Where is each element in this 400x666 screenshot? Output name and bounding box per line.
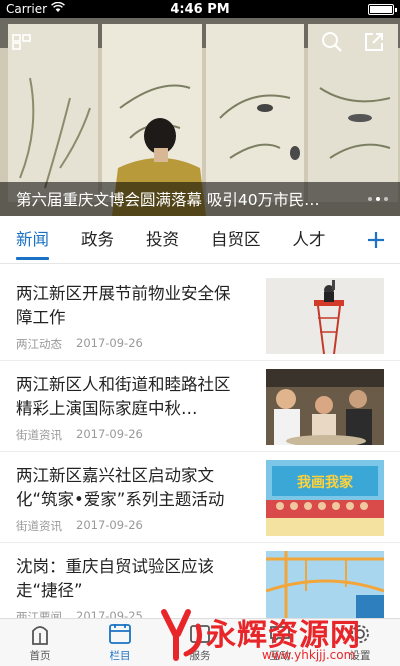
carousel-dots [368, 197, 388, 201]
news-meta: 两江动态 2017-09-26 [16, 336, 143, 352]
news-thumbnail[interactable] [266, 278, 384, 354]
nav-interaction[interactable]: 互动 [240, 619, 320, 666]
news-date: 2017-09-26 [76, 427, 143, 441]
share-icon[interactable] [362, 30, 386, 54]
services-icon [190, 624, 210, 643]
bottom-nav: 首页 栏目 服务 互动 设置 [0, 618, 400, 666]
news-item[interactable]: 两江新区嘉兴社区启动家文化“筑家•爱家”系列主题活动 街道资讯 2017-09-… [0, 452, 400, 543]
category-tabs: 新闻 政务 投资 自贸区 人才 [0, 216, 400, 264]
nav-services[interactable]: 服务 [160, 619, 240, 666]
status-left: Carrier [6, 1, 126, 16]
nav-columns[interactable]: 栏目 [80, 619, 160, 666]
tab-government[interactable]: 政务 [65, 216, 130, 264]
news-source: 两江动态 [16, 337, 62, 351]
hero-caption[interactable]: 第六届重庆文博会圆满落幕 吸引40万市民… [16, 188, 360, 210]
thumbnail-banner-text: 我画我家 [297, 474, 354, 491]
news-date: 2017-09-26 [76, 336, 143, 350]
tab-free-trade-zone[interactable]: 自贸区 [195, 216, 277, 264]
carousel-dot[interactable] [376, 197, 380, 201]
interaction-icon [270, 625, 290, 644]
nav-label: 互动 [269, 649, 291, 662]
news-item[interactable]: 两江新区人和街道和睦路社区精彩上演国际家庭中秋… 街道资讯 2017-09-26 [0, 361, 400, 452]
tab-talent[interactable]: 人才 [277, 216, 342, 264]
home-icon [32, 625, 48, 645]
status-time: 4:46 PM [170, 1, 230, 17]
nav-label: 服务 [189, 649, 211, 662]
gear-icon [351, 624, 369, 643]
news-title[interactable]: 两江新区人和街道和睦路社区精彩上演国际家庭中秋… [16, 373, 246, 421]
carousel-dot[interactable] [368, 197, 372, 201]
nav-label: 设置 [349, 649, 371, 662]
status-bar: Carrier 4:46 PM [0, 0, 400, 18]
news-meta: 街道资讯 2017-09-26 [16, 427, 143, 443]
carousel-dot[interactable] [384, 197, 388, 201]
columns-icon [109, 623, 131, 644]
news-list: 两江新区开展节前物业安全保障工作 两江动态 2017-09-26 两江新区人和街… [0, 270, 400, 634]
news-title[interactable]: 沈岗：重庆自贸试验区应该走“捷径” [16, 555, 246, 603]
nav-label: 栏目 [109, 649, 131, 662]
carrier-label: Carrier [6, 2, 48, 16]
news-thumbnail[interactable] [266, 551, 384, 627]
news-thumbnail[interactable] [266, 369, 384, 445]
hero-carousel[interactable]: 第六届重庆文博会圆满落幕 吸引40万市民… [0, 18, 400, 216]
tab-news[interactable]: 新闻 [0, 216, 65, 264]
news-item[interactable]: 两江新区开展节前物业安全保障工作 两江动态 2017-09-26 [0, 270, 400, 361]
news-meta: 街道资讯 2017-09-26 [16, 518, 143, 534]
news-source: 街道资讯 [16, 519, 62, 533]
hero-caption-bar: 第六届重庆文博会圆满落幕 吸引40万市民… [0, 182, 400, 216]
tab-investment[interactable]: 投资 [130, 216, 195, 264]
nav-settings[interactable]: 设置 [320, 619, 400, 666]
news-date: 2017-09-26 [76, 518, 143, 532]
wifi-icon [51, 1, 65, 16]
grid-icon[interactable] [10, 30, 34, 54]
news-title[interactable]: 两江新区开展节前物业安全保障工作 [16, 282, 246, 330]
nav-label: 首页 [29, 649, 51, 662]
status-right [274, 3, 397, 15]
nav-home[interactable]: 首页 [0, 619, 80, 666]
news-thumbnail[interactable]: 我画我家 [266, 460, 384, 536]
add-tab-icon[interactable] [362, 226, 390, 254]
battery-icon [368, 3, 397, 15]
search-icon[interactable] [320, 30, 344, 54]
news-source: 街道资讯 [16, 428, 62, 442]
news-title[interactable]: 两江新区嘉兴社区启动家文化“筑家•爱家”系列主题活动 [16, 464, 246, 512]
